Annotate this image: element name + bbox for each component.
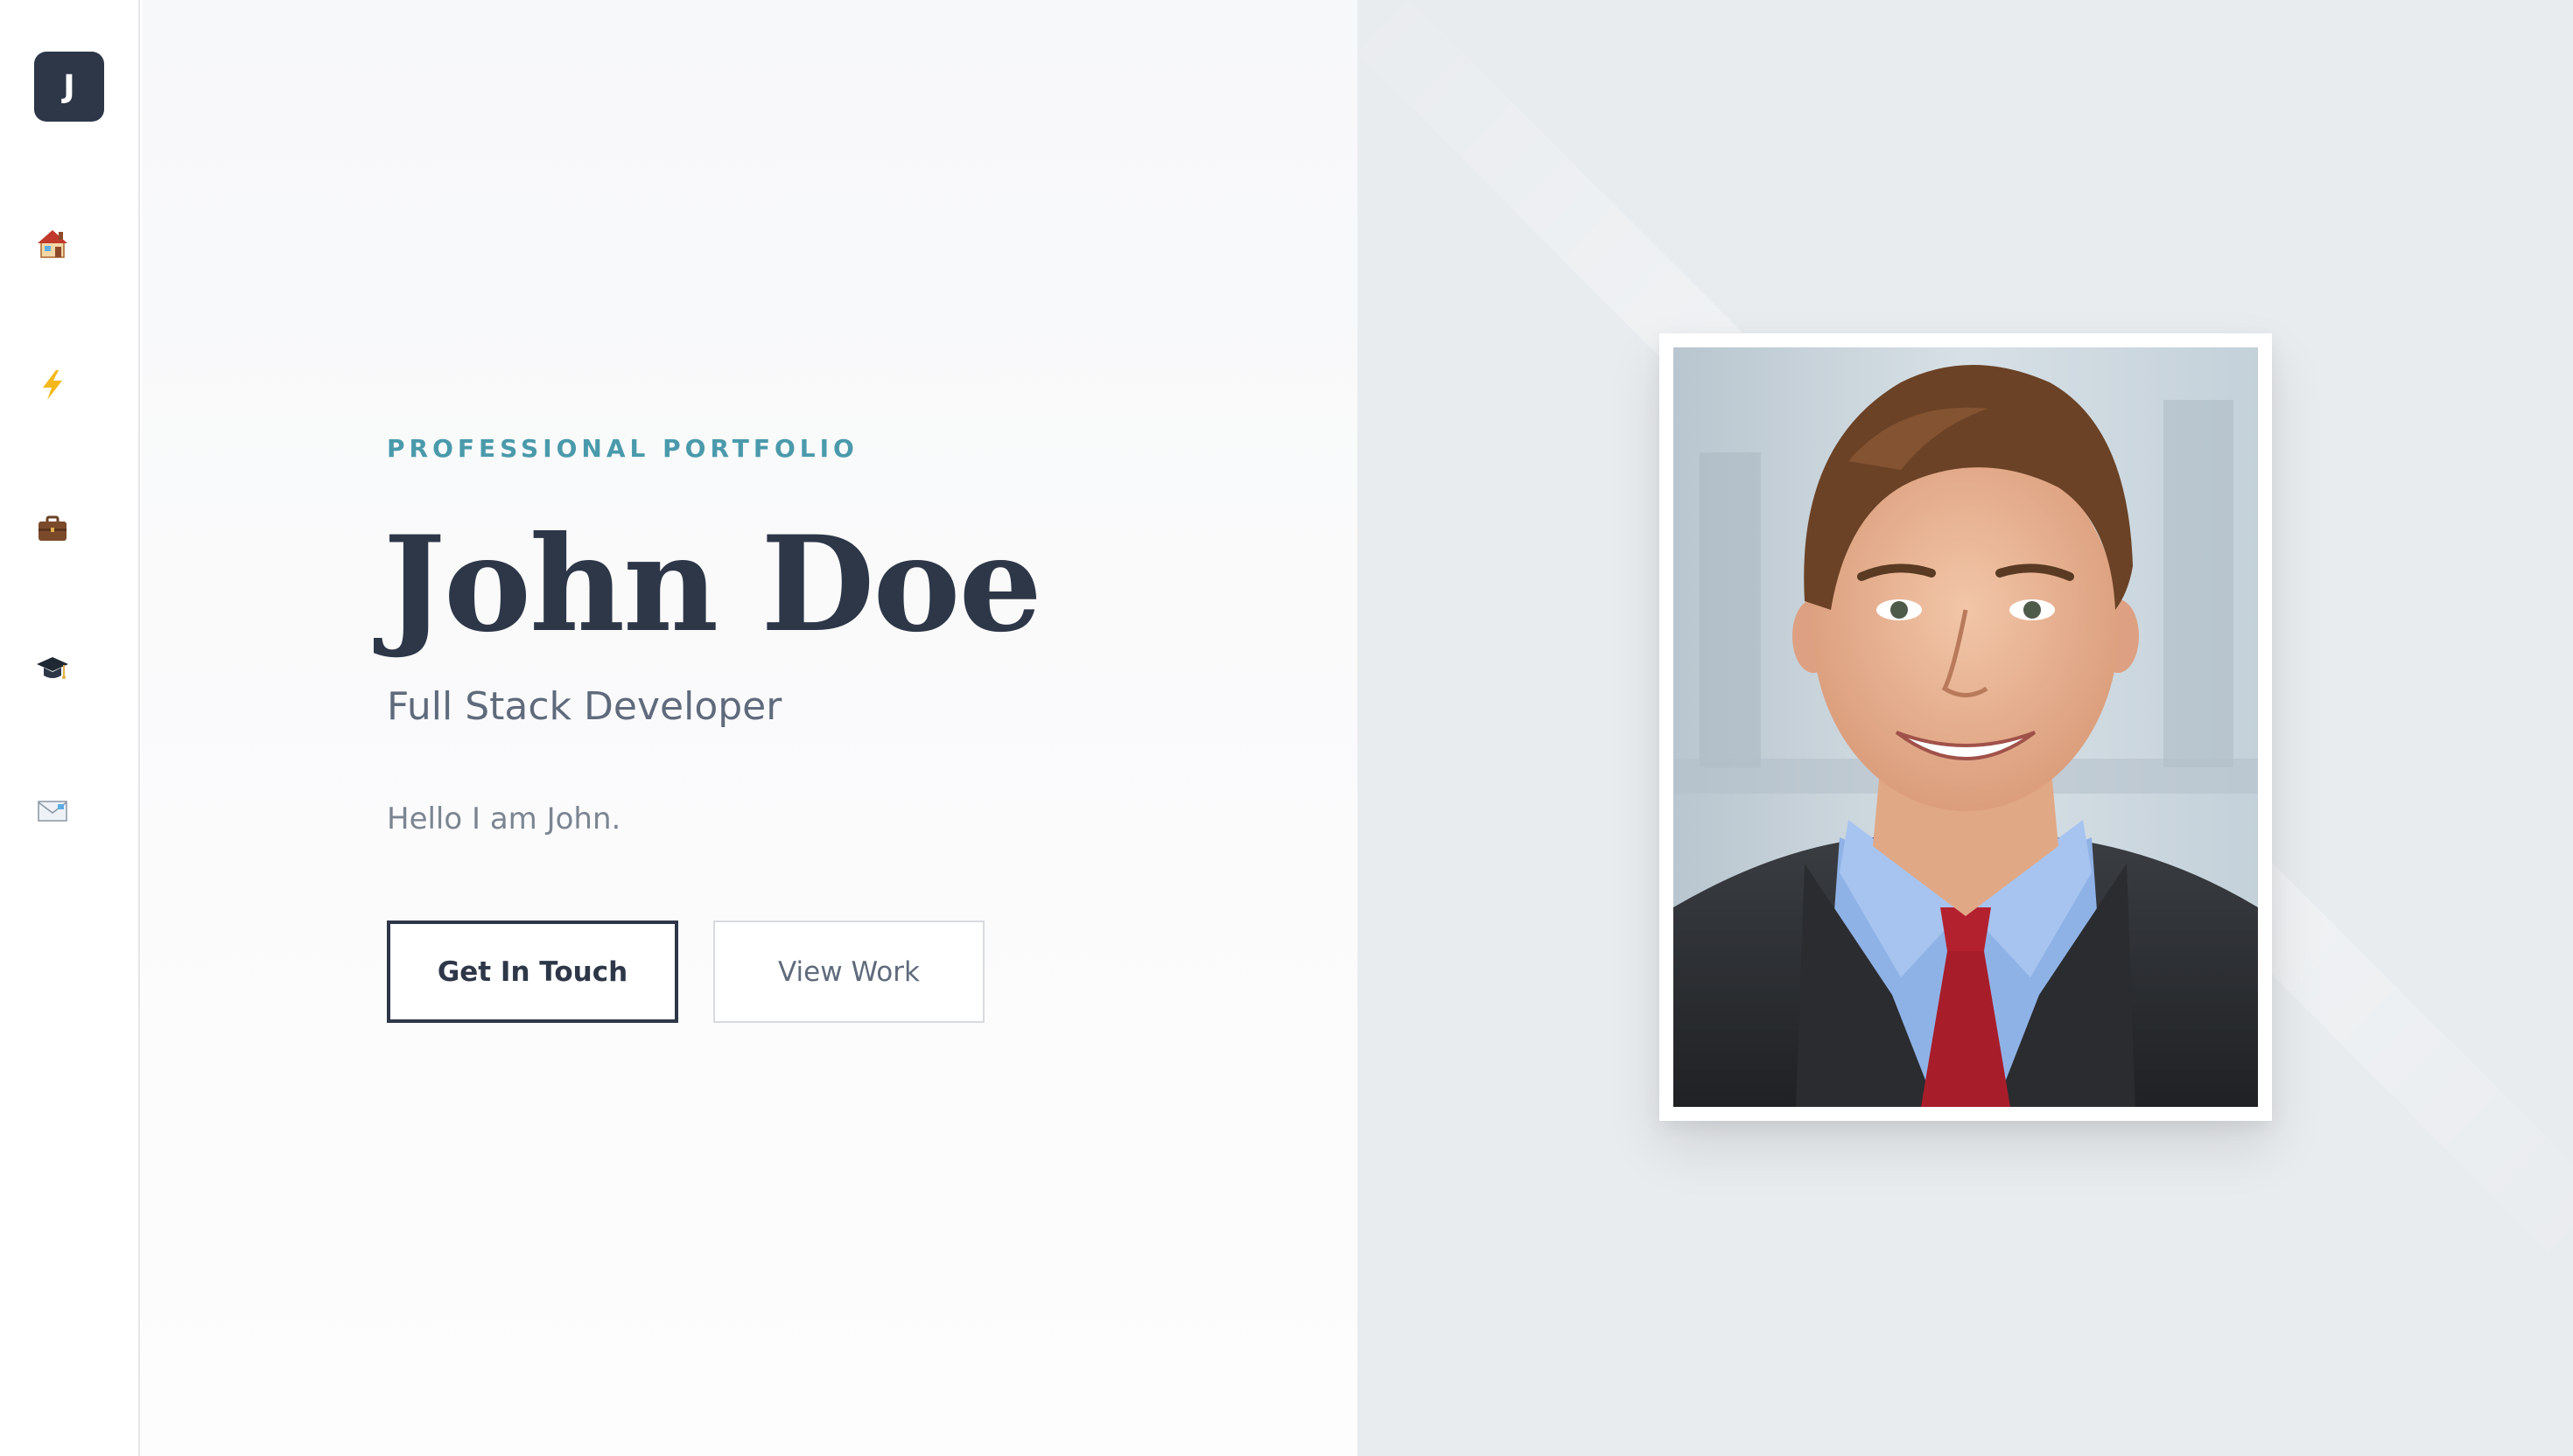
lightning-icon xyxy=(35,368,70,402)
profile-photo xyxy=(1673,347,2258,1107)
nav-work[interactable] xyxy=(33,509,72,548)
briefcase-icon xyxy=(35,511,70,546)
nav-home[interactable] xyxy=(33,224,72,262)
hero-role: Full Stack Developer xyxy=(387,684,782,729)
hero-text-section: PROFESSIONAL PORTFOLIO John Doe Full Sta… xyxy=(142,0,1357,1456)
house-icon xyxy=(35,226,70,261)
sidebar: J xyxy=(0,0,140,1456)
logo-badge[interactable]: J xyxy=(34,52,104,122)
nav-skills[interactable] xyxy=(33,366,72,404)
hero-intro: Hello I am John. xyxy=(387,802,621,836)
nav-education[interactable] xyxy=(33,649,72,688)
view-work-button[interactable]: View Work xyxy=(713,920,985,1023)
envelope-icon xyxy=(35,793,70,828)
profile-photo-frame xyxy=(1659,333,2272,1121)
portfolio-page: J PROFESSIONAL PORTFOLIO John Doe Full S… xyxy=(0,0,2573,1456)
hero-name: John Doe xyxy=(383,508,1042,662)
hero-eyebrow: PROFESSIONAL PORTFOLIO xyxy=(387,434,859,463)
graduation-cap-icon xyxy=(35,651,70,686)
nav-contact[interactable] xyxy=(33,791,72,830)
hero-image-section xyxy=(1357,0,2573,1456)
logo-letter: J xyxy=(63,68,75,105)
get-in-touch-button[interactable]: Get In Touch xyxy=(387,920,678,1023)
